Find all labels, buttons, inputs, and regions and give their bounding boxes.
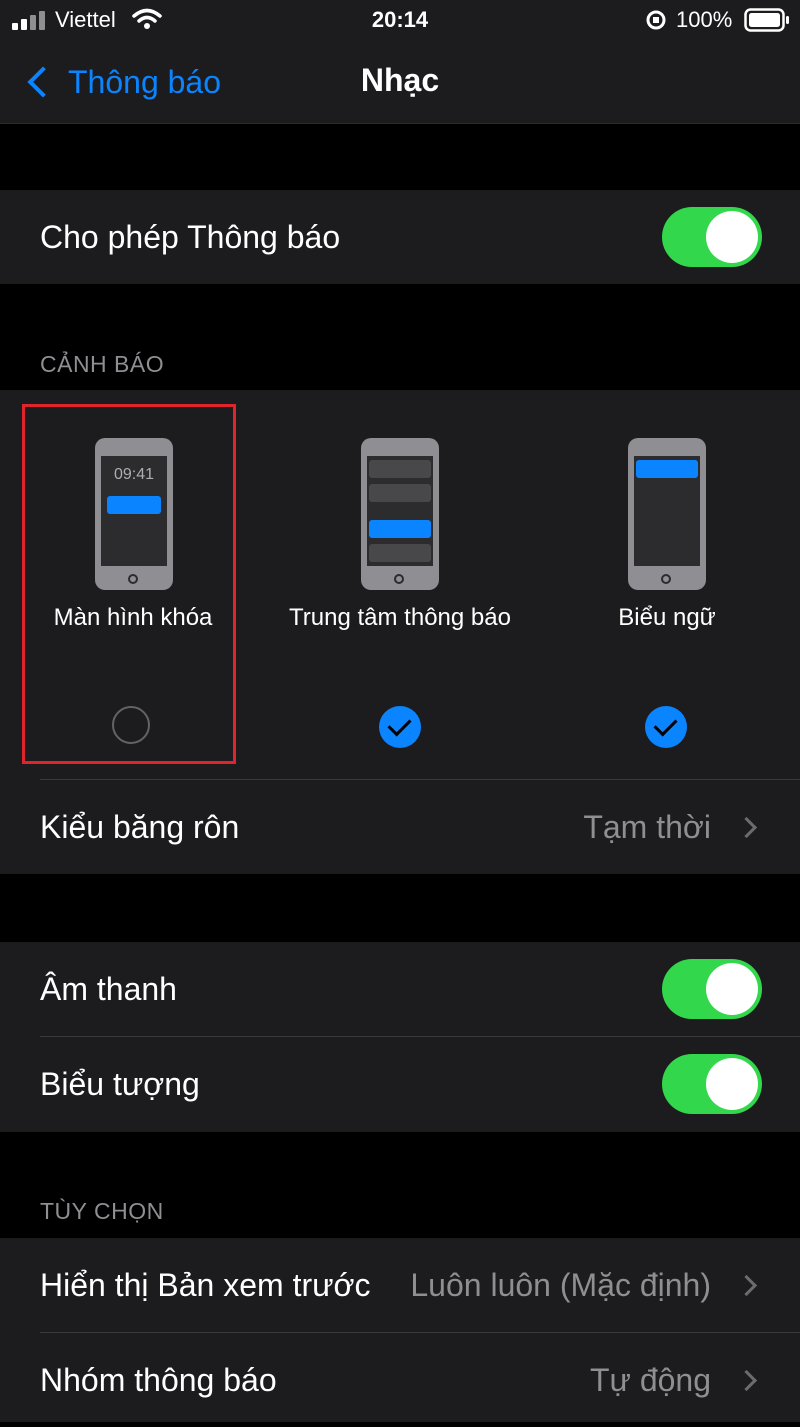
banner-style-row[interactable]: Kiểu băng rôn Tạm thời xyxy=(40,780,760,874)
checkmark-icon xyxy=(387,712,412,737)
sounds-toggle[interactable] xyxy=(662,959,762,1019)
battery-icon xyxy=(744,8,789,32)
highlight-box xyxy=(22,404,236,764)
status-bar: Viettel 20:14 100% xyxy=(0,0,800,42)
show-previews-value-wrap: Luôn luôn (Mặc định) xyxy=(410,1267,760,1304)
sounds-badges-group: Âm thanh Biểu tượng xyxy=(0,942,800,1132)
show-previews-label: Hiển thị Bản xem trước xyxy=(40,1266,371,1303)
grouping-value: Tự động xyxy=(589,1361,711,1398)
banner-style-label: Kiểu băng rôn xyxy=(40,808,240,845)
grouping-row[interactable]: Nhóm thông báo Tự động xyxy=(40,1333,760,1427)
notification-center-phone-icon xyxy=(361,438,439,590)
banner-style-value-wrap: Tạm thời xyxy=(583,809,760,846)
toggle-knob xyxy=(706,1058,758,1110)
allow-notifications-label: Cho phép Thông báo xyxy=(40,218,341,255)
allow-notifications-row: Cho phép Thông báo xyxy=(40,190,760,284)
options-section-header: TÙY CHỌN xyxy=(40,1198,164,1224)
toggle-knob xyxy=(706,211,758,263)
badges-label: Biểu tượng xyxy=(40,1065,200,1102)
banners-checkbox-checked[interactable] xyxy=(645,706,687,748)
toggle-knob xyxy=(706,963,758,1015)
banner-style-value: Tạm thời xyxy=(583,808,711,845)
banners-phone-icon xyxy=(628,438,706,590)
sounds-label: Âm thanh xyxy=(40,970,177,1007)
checkmark-icon xyxy=(653,712,678,737)
alert-option-label: Biểu ngữ xyxy=(618,604,716,631)
notification-center-checkbox-checked[interactable] xyxy=(379,706,421,748)
sounds-row: Âm thanh xyxy=(40,942,760,1036)
battery-percentage: 100% xyxy=(676,7,733,32)
badges-toggle[interactable] xyxy=(662,1054,762,1114)
grouping-value-wrap: Tự động xyxy=(590,1362,760,1399)
alerts-group: 09:41 Màn hình khóa Trung tâm thông báo xyxy=(0,390,800,874)
badges-row: Biểu tượng xyxy=(40,1037,760,1131)
grouping-label: Nhóm thông báo xyxy=(40,1361,277,1398)
chevron-right-icon xyxy=(735,1369,758,1391)
allow-notifications-toggle[interactable] xyxy=(662,207,762,267)
allow-notifications-group: Cho phép Thông báo xyxy=(0,190,800,284)
page-title: Nhạc xyxy=(360,62,440,98)
orientation-lock-icon xyxy=(646,10,666,30)
chevron-right-icon xyxy=(735,1274,758,1296)
show-previews-row[interactable]: Hiển thị Bản xem trước Luôn luôn (Mặc đị… xyxy=(40,1238,760,1332)
nav-divider xyxy=(0,123,800,124)
alert-option-label: Trung tâm thông báo xyxy=(289,604,511,631)
chevron-right-icon xyxy=(735,816,758,838)
show-previews-value: Luôn luôn (Mặc định) xyxy=(410,1266,711,1303)
options-group: Hiển thị Bản xem trước Luôn luôn (Mặc đị… xyxy=(0,1238,800,1422)
alerts-section-header: CẢNH BÁO xyxy=(40,351,165,377)
